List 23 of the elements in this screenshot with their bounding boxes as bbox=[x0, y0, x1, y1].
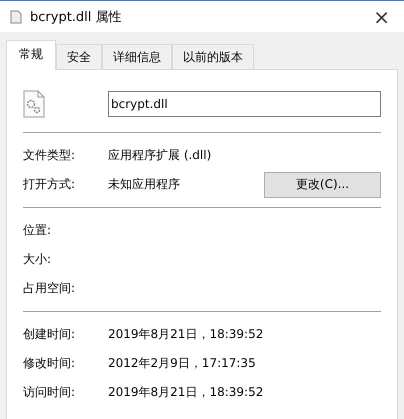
property-label: 大小: bbox=[23, 251, 52, 268]
property-label: 占用空间: bbox=[23, 280, 76, 297]
tab[interactable]: 安全 bbox=[56, 44, 102, 69]
change-button[interactable]: 更改(C)... bbox=[264, 172, 381, 198]
tab[interactable]: 常规 bbox=[6, 40, 56, 70]
property-label: 创建时间: bbox=[23, 326, 76, 343]
property-value: 应用程序扩展 (.dll) bbox=[108, 147, 212, 164]
file-name-field[interactable]: bcrypt.dll bbox=[108, 91, 381, 117]
close-button[interactable]: × bbox=[369, 4, 394, 28]
file-icon bbox=[10, 10, 22, 24]
window-title: bcrypt.dll 属性 bbox=[30, 8, 123, 26]
tab[interactable]: 详细信息 bbox=[102, 44, 172, 69]
property-value: 2019年8月21日，18:39:52 bbox=[108, 384, 264, 401]
property-label: 文件类型: bbox=[23, 147, 76, 164]
property-value: 2012年2月9日，17:17:35 bbox=[108, 355, 257, 372]
property-label: 访问时间: bbox=[23, 384, 76, 401]
tab[interactable]: 以前的版本 bbox=[172, 44, 254, 69]
property-value: 未知应用程序 bbox=[108, 176, 181, 193]
property-label: 打开方式: bbox=[23, 176, 76, 193]
property-value: 2019年8月21日，18:39:52 bbox=[108, 326, 264, 343]
property-label: 位置: bbox=[23, 222, 52, 239]
property-label: 修改时间: bbox=[23, 355, 76, 372]
settings-file-icon bbox=[23, 90, 45, 118]
